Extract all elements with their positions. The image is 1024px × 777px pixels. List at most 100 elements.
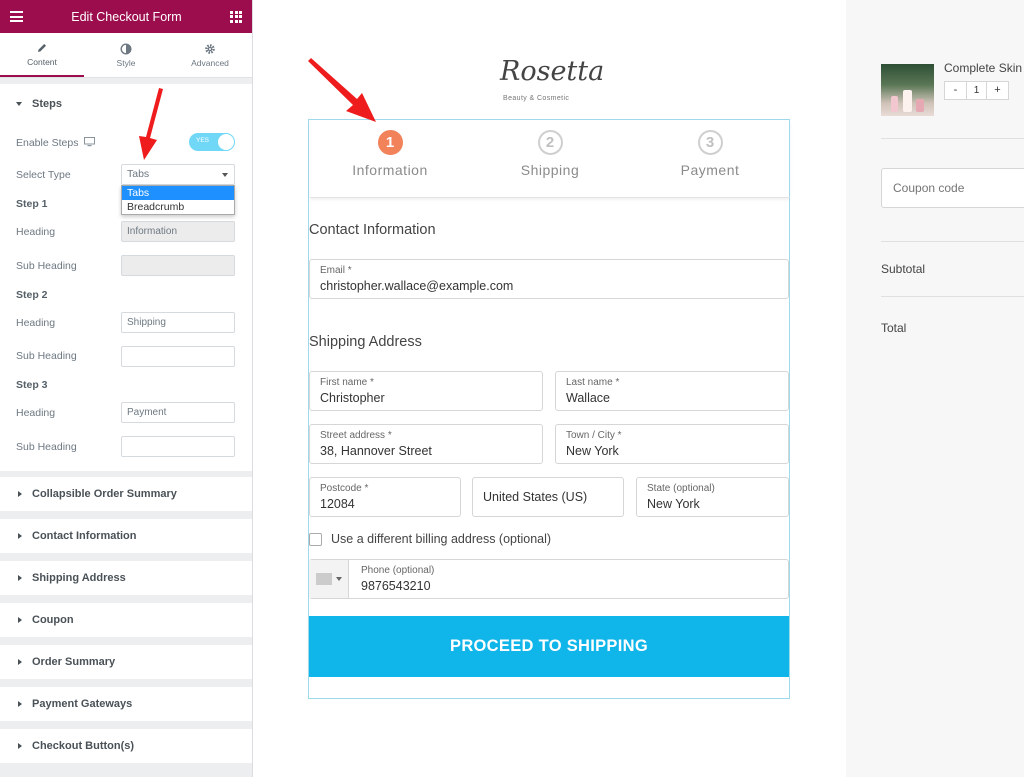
step2-heading-input[interactable]: Shipping (121, 312, 235, 333)
widgets-grid-icon[interactable] (230, 10, 242, 23)
step3-heading-input[interactable]: Payment (121, 402, 235, 423)
step-label: Payment (680, 162, 740, 178)
section-order-summary[interactable]: Order Summary (0, 645, 252, 679)
last-name-field[interactable]: Last name * Wallace (555, 371, 789, 411)
tab-advanced[interactable]: Advanced (168, 33, 252, 77)
enable-steps-toggle[interactable]: YES (189, 133, 235, 151)
section-shipping-address[interactable]: Shipping Address (0, 561, 252, 595)
step1-heading-input[interactable]: Information (121, 221, 235, 242)
section-label: Shipping Address (32, 572, 126, 584)
section-label: Order Summary (32, 656, 116, 668)
step-number: 3 (697, 130, 723, 155)
country-code-selector[interactable] (309, 560, 349, 598)
quantity-stepper: - 1 + (944, 81, 1009, 100)
section-label: Checkout Button(s) (32, 740, 135, 752)
option-breadcrumb[interactable]: Breadcrumb (122, 200, 234, 214)
last-name-label: Last name * (566, 377, 620, 388)
tab-style-label: Style (116, 57, 136, 68)
product-thumbnail (881, 64, 934, 116)
panel-header: Edit Checkout Form (0, 0, 252, 33)
email-value: christopher.wallace@example.com (320, 279, 514, 293)
gear-icon (205, 43, 215, 54)
section-coupon[interactable]: Coupon (0, 603, 252, 637)
section-collapsible-order-summary[interactable]: Collapsible Order Summary (0, 477, 252, 511)
section-label: Coupon (32, 614, 74, 626)
proceed-to-shipping-button[interactable]: PROCEED TO SHIPPING (309, 616, 789, 677)
step2-subheading-label: Sub Heading (16, 350, 77, 362)
phone-field[interactable]: Phone (optional) 9876543210 (309, 559, 789, 599)
divider (881, 296, 1024, 297)
desktop-icon[interactable] (84, 137, 95, 147)
step1-title: Step 1 (16, 198, 48, 210)
select-type-options: Tabs Breadcrumb (121, 185, 235, 215)
steps-section-header[interactable]: Steps (0, 84, 252, 124)
order-summary-panel: Complete Skin - 1 + Subtotal Total (846, 0, 1024, 777)
chevron-down-icon (335, 577, 342, 581)
street-address-field[interactable]: Street address * 38, Hannover Street (309, 424, 543, 464)
tab-advanced-label: Advanced (191, 57, 229, 68)
billing-checkbox[interactable] (309, 532, 322, 546)
step-information[interactable]: 1 Information (310, 130, 470, 178)
country-value: United States (US) (483, 490, 588, 504)
tab-content[interactable]: Content (0, 33, 84, 77)
step2-subheading-input[interactable] (121, 346, 235, 367)
select-type-dropdown[interactable]: Tabs (121, 164, 235, 185)
state-field[interactable]: State (optional) New York (636, 477, 789, 517)
country-select[interactable]: United States (US) (472, 477, 624, 517)
state-value: New York (647, 497, 700, 511)
qty-plus-button[interactable]: + (987, 82, 1008, 99)
step-label: Information (352, 162, 428, 178)
step-label: Shipping (520, 162, 580, 178)
coupon-input[interactable] (881, 168, 1024, 208)
select-type-value: Tabs (127, 168, 150, 180)
street-value: 38, Hannover Street (320, 444, 432, 458)
steps-section-title: Steps (32, 98, 62, 110)
option-tabs[interactable]: Tabs (122, 186, 234, 200)
email-field[interactable]: Email * christopher.wallace@example.com (309, 259, 789, 299)
chevron-down-icon (222, 173, 228, 177)
city-label: Town / City * (566, 430, 622, 441)
caret-right-icon (18, 701, 22, 707)
city-field[interactable]: Town / City * New York (555, 424, 789, 464)
contact-heading: Contact Information (309, 222, 436, 238)
postcode-value: 12084 (320, 497, 355, 511)
billing-checkbox-label: Use a different billing address (optiona… (331, 532, 552, 546)
phone-value: 9876543210 (361, 579, 431, 593)
step-payment[interactable]: 3 Payment (630, 130, 790, 178)
section-label: Payment Gateways (32, 698, 133, 710)
qty-minus-button[interactable]: - (945, 82, 966, 99)
tab-style[interactable]: Style (84, 33, 168, 77)
half-circle-icon (120, 42, 132, 55)
first-name-field[interactable]: First name * Christopher (309, 371, 543, 411)
caret-right-icon (18, 491, 22, 497)
panel-title: Edit Checkout Form (71, 9, 182, 24)
city-value: New York (566, 444, 619, 458)
caret-right-icon (18, 659, 22, 665)
caret-down-icon (16, 102, 22, 106)
product-name: Complete Skin (944, 61, 1023, 75)
brand-tagline: Beauty & Cosmetic (503, 95, 570, 102)
step1-subheading-label: Sub Heading (16, 260, 77, 272)
street-label: Street address * (320, 430, 392, 441)
section-contact-information[interactable]: Contact Information (0, 519, 252, 553)
toggle-knob (218, 134, 234, 150)
step-shipping[interactable]: 2 Shipping (470, 130, 630, 178)
postcode-field[interactable]: Postcode * 12084 (309, 477, 461, 517)
billing-address-option[interactable]: Use a different billing address (optiona… (309, 532, 551, 546)
editor-panel: Edit Checkout Form Content Style Advance… (0, 0, 253, 777)
state-label: State (optional) (647, 483, 715, 494)
shipping-heading: Shipping Address (309, 334, 422, 350)
brand-logo: Rosetta (500, 56, 605, 87)
total-label: Total (881, 321, 907, 335)
hamburger-menu-icon[interactable] (10, 11, 23, 22)
qty-value[interactable]: 1 (966, 82, 987, 99)
section-payment-gateways[interactable]: Payment Gateways (0, 687, 252, 721)
step1-subheading-input[interactable] (121, 255, 235, 276)
email-label: Email * (320, 265, 352, 276)
section-checkout-buttons[interactable]: Checkout Button(s) (0, 729, 252, 763)
pencil-icon (38, 43, 46, 52)
divider (881, 138, 1024, 139)
panel-tabs: Content Style Advanced (0, 33, 252, 78)
step3-subheading-input[interactable] (121, 436, 235, 457)
postcode-label: Postcode * (320, 483, 369, 494)
